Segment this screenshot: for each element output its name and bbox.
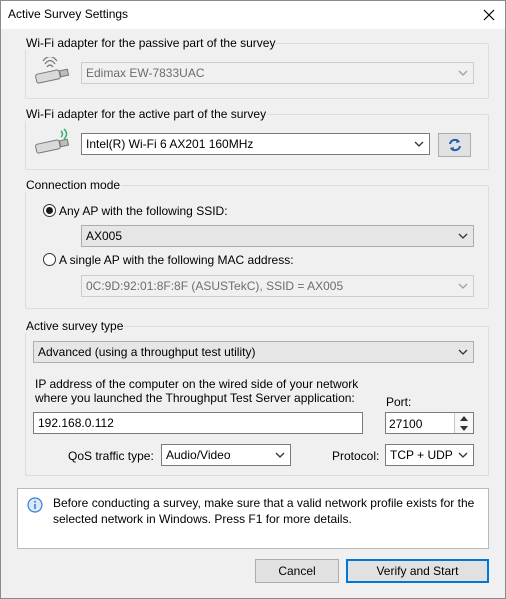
port-value[interactable]: 27100 — [389, 417, 422, 431]
passive-adapter-label: Wi-Fi adapter for the passive part of th… — [25, 36, 277, 50]
info-icon — [27, 497, 43, 513]
chevron-down-icon — [458, 452, 468, 458]
verify-and-start-button[interactable]: Verify and Start — [346, 559, 489, 583]
refresh-icon — [448, 138, 461, 152]
ip-address-field[interactable]: 192.168.0.112 — [33, 412, 363, 434]
single-ap-radio[interactable] — [43, 253, 56, 266]
title-bar: Active Survey Settings — [1, 1, 505, 29]
ip-address-label-line1: IP address of the computer on the wired … — [35, 377, 359, 391]
refresh-adapters-button[interactable] — [438, 133, 471, 157]
chevron-down-icon — [458, 283, 468, 289]
port-increment-button[interactable] — [455, 413, 473, 423]
close-icon — [483, 9, 495, 21]
qos-traffic-select[interactable]: Audio/Video — [161, 444, 291, 466]
info-panel: Before conducting a survey, make sure th… — [17, 488, 489, 549]
window-title: Active Survey Settings — [8, 7, 129, 21]
chevron-up-icon — [460, 415, 468, 421]
chevron-down-icon — [460, 425, 468, 431]
info-message: Before conducting a survey, make sure th… — [53, 496, 475, 526]
chevron-down-icon — [414, 141, 424, 147]
protocol-label: Protocol: — [332, 449, 380, 463]
chevron-down-icon — [458, 70, 468, 76]
passive-adapter-select[interactable]: Edimax EW-7833UAC — [81, 62, 474, 84]
protocol-select[interactable]: TCP + UDP — [385, 444, 474, 466]
chevron-down-icon — [458, 233, 468, 239]
chevron-down-icon — [275, 452, 285, 458]
any-ap-radio[interactable] — [43, 204, 56, 217]
ip-address-label-line2: where you launched the Throughput Test S… — [35, 391, 355, 405]
mac-address-select[interactable]: 0C:9D:92:01:8F:8F (ASUSTekC), SSID = AX0… — [81, 275, 474, 297]
any-ap-label[interactable]: Any AP with the following SSID: — [59, 204, 228, 218]
port-label: Port: — [386, 395, 412, 409]
port-decrement-button[interactable] — [455, 423, 473, 433]
dialog-window: Active Survey Settings Wi-Fi adapter for… — [0, 0, 506, 599]
port-stepper[interactable]: 27100 — [385, 412, 474, 434]
cancel-button[interactable]: Cancel — [255, 559, 339, 583]
qos-label: QoS traffic type: — [68, 449, 154, 463]
usb-wifi-adapter-icon — [35, 57, 70, 84]
single-ap-label[interactable]: A single AP with the following MAC addre… — [59, 253, 294, 267]
active-adapter-label: Wi-Fi adapter for the active part of the… — [25, 107, 268, 121]
close-button[interactable] — [473, 1, 505, 29]
survey-type-select[interactable]: Advanced (using a throughput test utilit… — [33, 341, 474, 363]
connection-mode-label: Connection mode — [25, 178, 122, 192]
usb-wifi-adapter-icon — [35, 128, 70, 154]
survey-type-label: Active survey type — [25, 319, 125, 333]
active-adapter-select[interactable]: Intel(R) Wi-Fi 6 AX201 160MHz — [81, 133, 430, 155]
chevron-down-icon — [458, 349, 468, 355]
ssid-select[interactable]: AX005 — [81, 225, 474, 247]
